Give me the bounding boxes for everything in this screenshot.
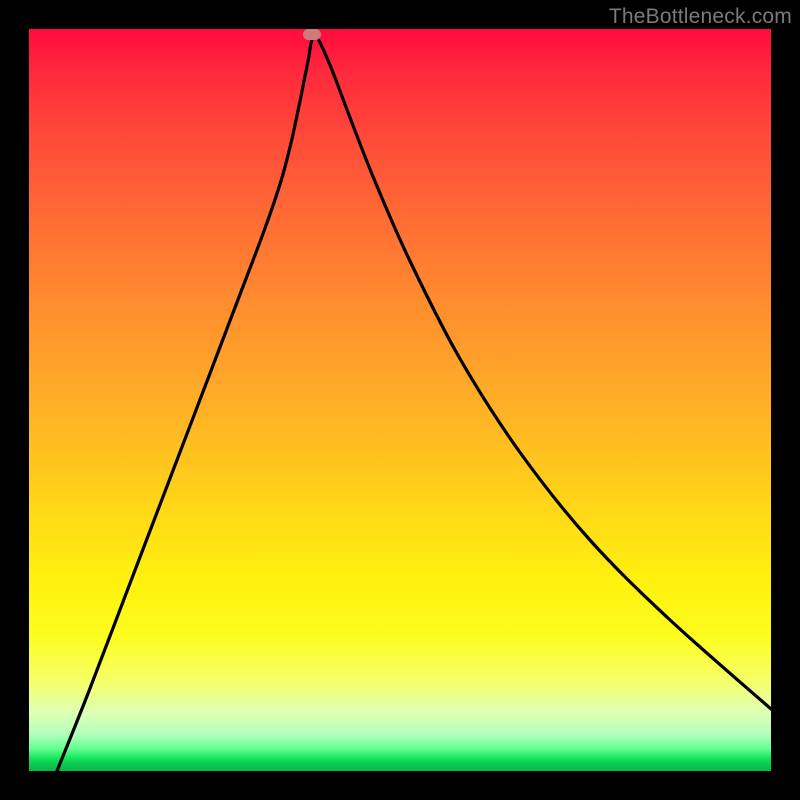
plot-area xyxy=(29,29,771,771)
optimum-marker xyxy=(303,29,321,40)
watermark-text: TheBottleneck.com xyxy=(609,5,792,29)
chart-frame: TheBottleneck.com xyxy=(0,0,800,800)
bottleneck-curve xyxy=(29,29,771,771)
